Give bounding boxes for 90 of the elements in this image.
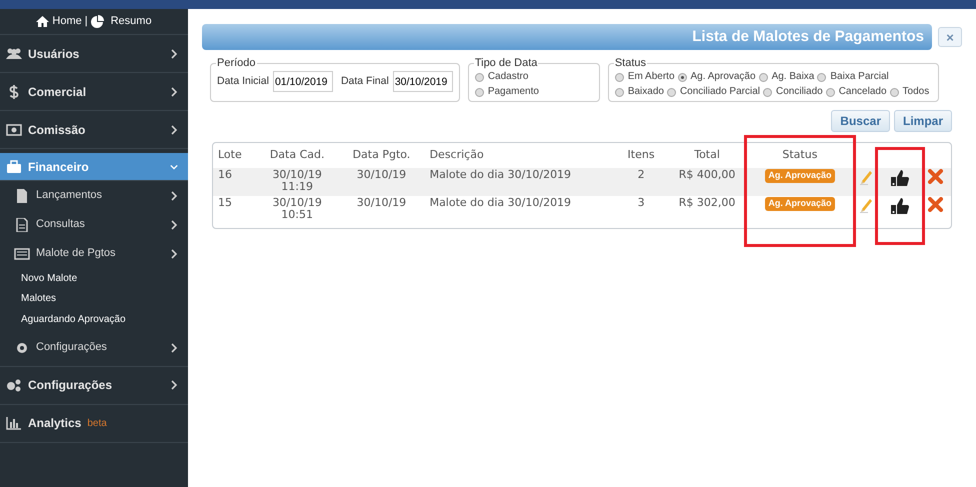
submenu-item[interactable]: Consultas [0,210,188,239]
radio-button[interactable] [474,73,484,82]
chevron-right-icon [170,220,178,230]
field-label: Data Inicial [217,74,269,88]
radio-label: Todos [902,86,930,99]
group-legend: Status [614,58,647,69]
radio-button[interactable] [758,73,768,82]
radio-button[interactable] [614,88,624,97]
sidebar-item[interactable]: Analytics beta [0,404,188,442]
banknote-icon [6,122,22,136]
time-text: 11:19 [280,181,314,194]
status-badge: Ag. Aprovação [765,169,835,183]
delete-icon[interactable] [928,197,943,212]
separator-text: | [84,14,88,30]
radio-label: Cancelado [838,86,887,99]
radio-button[interactable] [614,73,624,82]
panel-title: Lista de Malotes de Pagamentos [692,26,925,47]
column-header: Descrição [424,143,618,168]
table-cell: 30/10/19 [356,168,406,181]
bar-chart-icon [6,416,22,430]
thumbs-up-icon[interactable] [890,197,910,215]
date-text: 30/10/19 [271,197,323,210]
submenu-link[interactable]: Aguardando Aprovação [0,309,188,330]
column-header: Total [664,143,750,168]
table-cell: Malote do dia 30/10/2019 [430,196,572,209]
users-icon [6,46,22,60]
date-input[interactable]: 30/10/2019 [392,71,453,92]
radio-button[interactable] [763,88,772,97]
table-cell: 15 [218,196,232,209]
radio-button[interactable] [817,73,826,82]
resumo-link[interactable]: Resumo [110,13,152,30]
chevron-right-icon [170,190,178,200]
delete-icon[interactable] [928,169,943,184]
radio-label: Cadastro [488,71,528,84]
submenu-item[interactable]: Configurações [0,330,188,366]
pencil-icon[interactable] [858,197,873,213]
date-input[interactable]: 01/10/2019 [272,71,333,92]
submenu-link[interactable]: Malotes [0,288,188,309]
chevron-right-icon [170,248,178,258]
briefcase-icon [6,160,22,174]
list-icon [14,246,30,260]
sidebar-item[interactable]: Comercial [0,73,188,111]
table-cell: R$ 400,00 [678,168,736,181]
table-cell: 30/10/19 [356,196,406,209]
chevron-right-icon [170,342,178,352]
field-label: Data Final [340,74,389,88]
document-icon [14,218,30,232]
radio-label: Ag. Baixa [772,71,814,84]
table-cell: 2 [638,168,645,181]
sidebar-item[interactable]: Configurações [0,366,188,404]
radio-button[interactable] [666,88,676,97]
radio-label: Baixado [628,86,664,99]
group-legend: Tipo de Data [474,58,538,69]
submenu-item[interactable]: Malote de Pgtos [0,239,188,268]
table-cell: 3 [638,196,645,209]
action-button[interactable]: Buscar [831,110,890,132]
sidebar-item[interactable]: Usuários [0,35,188,73]
submenu-link[interactable]: Novo Malote [0,268,188,288]
home-link[interactable]: Home [52,13,82,30]
pencil-icon[interactable] [858,169,873,185]
time-text: 10:51 [280,209,314,222]
radio-button[interactable] [678,73,687,82]
action-button[interactable]: Limpar [894,110,952,132]
radio-button[interactable] [474,88,484,97]
radio-label: Ag. Aprovação [690,71,756,84]
beta-tag: beta [87,416,107,430]
radio-label: Conciliado [776,86,823,99]
column-header: Data Cad. [256,143,338,168]
radio-label: Em Aberto [628,71,675,84]
radio-label: Conciliado Parcial [680,86,760,99]
pie-chart-icon [90,15,104,28]
radio-button[interactable] [890,88,899,97]
radio-label: Pagamento [488,86,539,99]
column-header: Status [750,143,850,168]
submenu-item[interactable]: Lançamentos [0,181,188,210]
column-header: Data Pgto. [338,143,425,168]
document-icon [14,188,30,202]
table-cell: Malote do dia 30/10/2019 [430,168,572,181]
table-cell: 16 [218,168,232,181]
date-text: 30/10/19 [271,169,323,182]
table-cell: R$ 302,00 [678,196,736,209]
thumbs-up-icon[interactable] [890,169,910,187]
status-badge: Ag. Aprovação [765,197,835,211]
column-header: Itens [617,143,665,168]
home-icon [36,16,50,27]
sidebar-item[interactable]: Comissão [0,111,188,149]
radio-button[interactable] [826,88,835,97]
column-header: Lote [213,143,256,168]
radio-label: Baixa Parcial [830,71,889,84]
group-legend: Período [216,58,257,69]
